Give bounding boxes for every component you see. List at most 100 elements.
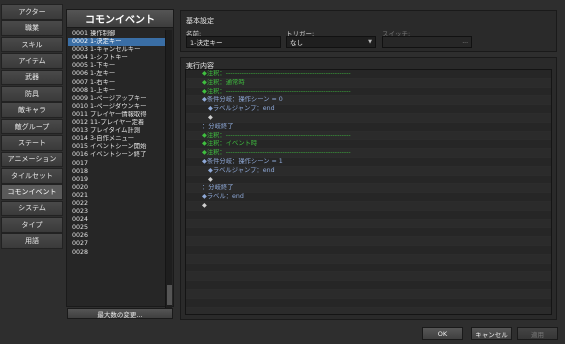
- command-row[interactable]: ：分岐終了: [186, 123, 551, 132]
- command-text: [186, 308, 202, 314]
- list-item[interactable]: 0023: [68, 208, 166, 216]
- command-row[interactable]: [186, 307, 551, 314]
- command-row[interactable]: [186, 211, 551, 220]
- command-row[interactable]: ◆注釈：通常時: [186, 78, 551, 88]
- command-row[interactable]: ◆注釈：------------------------------------…: [186, 88, 551, 97]
- command-text: ◆ラベルジャンプ：end: [208, 166, 275, 174]
- list-item[interactable]: 0007 1-右キー: [68, 79, 166, 87]
- tab-10[interactable]: タイルセット: [1, 167, 63, 184]
- command-row[interactable]: ◆注釈：------------------------------------…: [186, 149, 551, 158]
- list-item[interactable]: 0018: [68, 168, 166, 176]
- command-row[interactable]: [186, 281, 551, 290]
- command-row[interactable]: [186, 246, 551, 255]
- list-item[interactable]: 0005 1-下キー: [68, 62, 166, 70]
- tab-14[interactable]: 用語: [1, 233, 63, 250]
- command-row[interactable]: [186, 219, 551, 229]
- command-row[interactable]: ◆注釈：------------------------------------…: [186, 70, 551, 79]
- switch-field: ...: [382, 36, 472, 48]
- command-list[interactable]: ◆注釈：------------------------------------…: [185, 69, 552, 315]
- name-field[interactable]: 1-決定キー: [186, 36, 281, 48]
- command-text: [186, 299, 202, 306]
- apply-button: 適用: [517, 327, 558, 340]
- list-item[interactable]: 0016 イベントシーン終了: [68, 151, 166, 159]
- command-row[interactable]: ◆: [186, 176, 551, 185]
- tab-3[interactable]: アイテム: [1, 53, 63, 69]
- contents-panel: 実行内容 ◆注釈：-------------------------------…: [180, 57, 557, 320]
- list-item[interactable]: 0019: [68, 176, 166, 184]
- command-row[interactable]: ◆: [186, 201, 551, 211]
- command-row[interactable]: [186, 289, 551, 299]
- list-item[interactable]: 0002 1-決定キー: [68, 38, 166, 47]
- list-item[interactable]: 0012 11-プレイヤー定着: [68, 119, 166, 127]
- tab-11[interactable]: コモンイベント: [1, 184, 63, 200]
- list-item[interactable]: 0024: [68, 216, 166, 224]
- tab-4[interactable]: 武器: [1, 69, 63, 86]
- list-item[interactable]: 0011 プレイヤー情報取得: [68, 111, 166, 119]
- tab-12[interactable]: システム: [1, 200, 63, 217]
- database-tabs: アクター 職業 スキル アイテム 武器 防具 敵キャラ 敵グループ ステート アニメーション タイル…: [1, 4, 63, 250]
- list-item[interactable]: 0025: [68, 224, 166, 232]
- list-item[interactable]: 0003 1-キャンセルキー: [68, 46, 166, 54]
- list-item[interactable]: 0008 1-上キー: [68, 87, 166, 95]
- trigger-select[interactable]: なし ▼: [286, 36, 376, 48]
- list-item[interactable]: 0021: [68, 192, 166, 200]
- tab-9[interactable]: アニメーション: [1, 151, 63, 168]
- scrollbar-thumb[interactable]: [167, 285, 172, 305]
- list-scrollbar[interactable]: ▼: [165, 30, 172, 315]
- tab-2[interactable]: スキル: [1, 36, 63, 53]
- command-row[interactable]: ◆注釈：イベント時: [186, 140, 551, 150]
- command-text: ◆: [208, 113, 213, 121]
- list-item[interactable]: 0017: [68, 160, 166, 168]
- tab-8[interactable]: ステート: [1, 135, 63, 151]
- command-row[interactable]: [186, 264, 551, 273]
- list-item[interactable]: 0006 1-左キー: [68, 70, 166, 78]
- tab-1[interactable]: 職業: [1, 20, 63, 36]
- command-row[interactable]: [186, 237, 551, 246]
- list-item[interactable]: 0010 1-ページダウンキー: [68, 103, 166, 111]
- command-text: [186, 281, 202, 288]
- list-item[interactable]: 0004 1-シフトキー: [68, 54, 166, 62]
- command-row[interactable]: ◆注釈：------------------------------------…: [186, 131, 551, 141]
- command-row[interactable]: ：分岐終了: [186, 184, 551, 194]
- command-text: [186, 290, 202, 297]
- command-row[interactable]: ◆ラベルジャンプ：end: [186, 105, 551, 114]
- command-row[interactable]: [186, 299, 551, 308]
- common-event-list[interactable]: 0001 操作制御 0002 1-決定キー 0003 1-キャンセルキー 0004 1…: [68, 30, 166, 315]
- command-row[interactable]: [186, 228, 551, 238]
- command-text: [186, 255, 202, 262]
- list-item[interactable]: 0028: [68, 249, 166, 257]
- command-row[interactable]: ◆: [186, 113, 551, 123]
- tab-13[interactable]: タイプ: [1, 217, 63, 233]
- list-item[interactable]: 0013 プレイタイム計測: [68, 127, 166, 135]
- list-item[interactable]: 0009 1-ページアップキー: [68, 95, 166, 103]
- list-item[interactable]: 0020: [68, 184, 166, 192]
- list-item[interactable]: 0001 操作制御: [68, 30, 166, 38]
- command-text: ◆注釈：------------------------------------…: [202, 70, 351, 77]
- command-row[interactable]: ◆ラベルジャンプ：end: [186, 166, 551, 176]
- command-row[interactable]: ◆条件分岐：操作シーン = 1: [186, 158, 551, 167]
- ok-button[interactable]: OK: [422, 327, 463, 340]
- command-text: [186, 211, 202, 218]
- list-item[interactable]: 0014 3-自作メニュー: [68, 135, 166, 143]
- command-text: ◆条件分岐：操作シーン = 1: [202, 157, 283, 165]
- command-text: [186, 237, 202, 244]
- list-item[interactable]: 0026: [68, 232, 166, 240]
- command-row[interactable]: [186, 254, 551, 264]
- tab-7[interactable]: 敵グループ: [1, 118, 63, 135]
- cancel-button[interactable]: キャンセル: [471, 327, 512, 340]
- command-text: ◆条件分岐：操作シーン = 0: [202, 96, 283, 104]
- list-item[interactable]: 0015 イベントシーン開始: [68, 143, 166, 151]
- chevron-down-icon: ▼: [368, 39, 372, 45]
- list-item[interactable]: 0022: [68, 200, 166, 208]
- command-text: ◆ラベル：end: [202, 193, 244, 201]
- tab-0[interactable]: アクター: [1, 4, 63, 20]
- command-text: ◆: [208, 175, 213, 183]
- command-row[interactable]: [186, 272, 551, 282]
- tab-5[interactable]: 防具: [1, 85, 63, 102]
- change-max-button[interactable]: 最大数の変更...: [67, 308, 173, 319]
- command-text: ◆注釈：------------------------------------…: [202, 87, 351, 95]
- command-row[interactable]: ◆条件分岐：操作シーン = 0: [186, 96, 551, 106]
- command-row[interactable]: ◆ラベル：end: [186, 193, 551, 202]
- list-item[interactable]: 0027: [68, 240, 166, 248]
- tab-6[interactable]: 敵キャラ: [1, 102, 63, 118]
